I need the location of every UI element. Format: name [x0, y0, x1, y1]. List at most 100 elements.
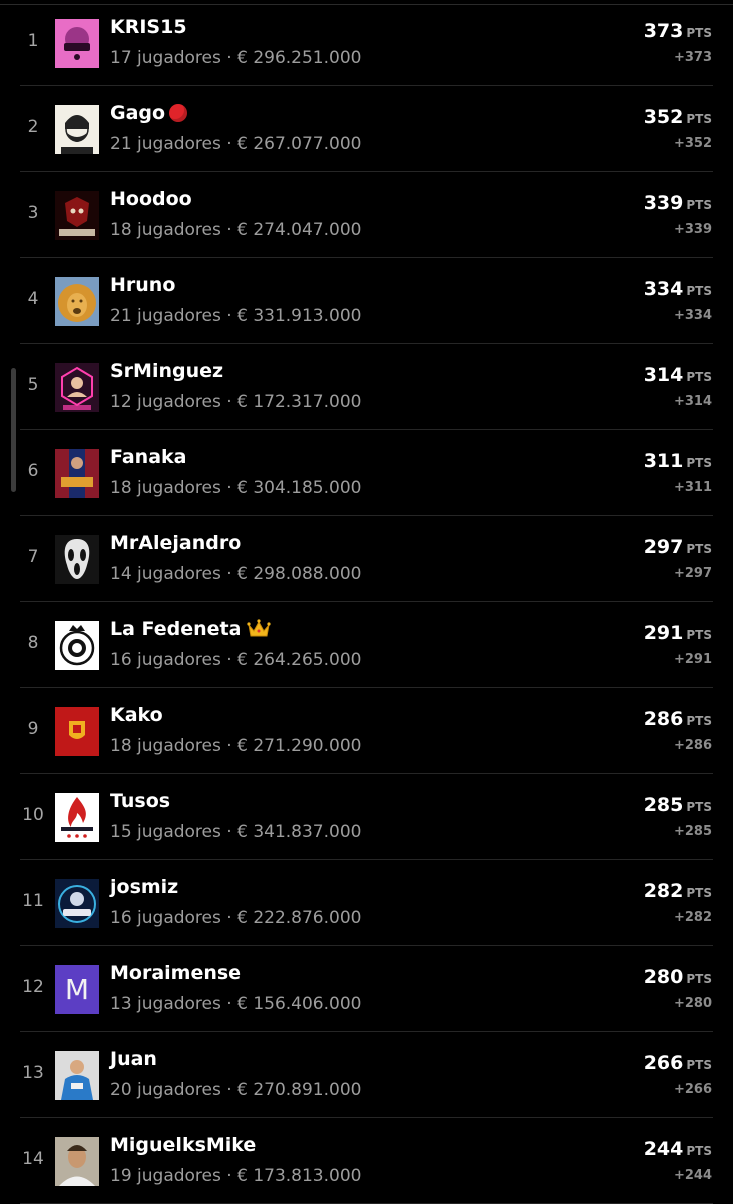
points-total: 291 PTS: [644, 622, 712, 644]
rank-number: 7: [27, 547, 39, 567]
team-meta: 18 jugadores · € 271.290.000: [110, 736, 361, 756]
points-unit: PTS: [686, 26, 712, 40]
team-name[interactable]: KRIS15: [110, 16, 187, 38]
team-value: € 341.837.000: [237, 822, 362, 842]
standings-row[interactable]: 10 Tusos 15 jugadores · € 341.837.000 28…: [0, 774, 733, 860]
team-meta: 16 jugadores · € 222.876.000: [110, 908, 361, 928]
meta-separator: ·: [220, 306, 238, 326]
rank-number: 6: [27, 461, 39, 481]
team-avatar[interactable]: [55, 879, 99, 928]
standings-row[interactable]: 7 MrAlejandro 14 jugadores · € 298.088.0…: [0, 516, 733, 602]
standings-row[interactable]: 6 Fanaka 18 jugadores · € 304.185.000 31…: [0, 430, 733, 516]
team-name[interactable]: SrMinguez: [110, 360, 223, 382]
points-unit: PTS: [686, 1058, 712, 1072]
team-avatar[interactable]: [55, 621, 99, 670]
team-name[interactable]: Fanaka: [110, 446, 187, 468]
rank-number: 2: [27, 117, 39, 137]
points-total: 334 PTS: [644, 278, 712, 300]
player-count: 16 jugadores: [110, 650, 221, 670]
team-avatar[interactable]: [55, 535, 99, 584]
team-value: € 264.265.000: [237, 650, 362, 670]
points-total: 297 PTS: [644, 536, 712, 558]
points-delta: +266: [673, 1082, 712, 1097]
standings-row[interactable]: 4 Hruno 21 jugadores · € 331.913.000 334…: [0, 258, 733, 344]
meta-separator: ·: [220, 650, 238, 670]
team-name[interactable]: josmiz: [110, 876, 178, 898]
meta-separator: ·: [220, 134, 238, 154]
rank-number: 3: [27, 203, 39, 223]
team-name[interactable]: La Fedeneta: [110, 618, 241, 640]
points-total: 311 PTS: [644, 450, 712, 472]
team-value: € 172.317.000: [237, 392, 362, 412]
points-total: 282 PTS: [644, 880, 712, 902]
points-total: 244 PTS: [644, 1138, 712, 1160]
team-avatar[interactable]: [55, 707, 99, 756]
points-total: 314 PTS: [644, 364, 712, 386]
team-avatar[interactable]: [55, 793, 99, 842]
standings-row[interactable]: 8 La Fedeneta 16 jugadores · € 264.265.0…: [0, 602, 733, 688]
team-name[interactable]: MrAlejandro: [110, 532, 241, 554]
team-avatar[interactable]: [55, 363, 99, 412]
points-unit: PTS: [686, 886, 712, 900]
standings-row[interactable]: 14 MiguelksMike 19 jugadores · € 173.813…: [0, 1118, 733, 1204]
meta-separator: ·: [220, 1166, 238, 1186]
points-value: 282: [643, 880, 684, 902]
avatar-letter: M: [64, 973, 90, 1006]
standings-row[interactable]: 11 josmiz 16 jugadores · € 222.876.000 2…: [0, 860, 733, 946]
standings-row[interactable]: 5 SrMinguez 12 jugadores · € 172.317.000…: [0, 344, 733, 430]
team-meta: 17 jugadores · € 296.251.000: [110, 48, 361, 68]
football-player-photo-avatar: [55, 1051, 99, 1100]
team-name[interactable]: Kako: [110, 704, 163, 726]
team-avatar[interactable]: M: [55, 965, 99, 1014]
points-total: 352 PTS: [644, 106, 712, 128]
points-delta: +244: [673, 1168, 712, 1183]
standings-row[interactable]: 13 Juan 20 jugadores · € 270.891.000 266…: [0, 1032, 733, 1118]
player-count: 13 jugadores: [110, 994, 221, 1014]
team-avatar[interactable]: [55, 105, 99, 154]
team-name[interactable]: Tusos: [110, 790, 170, 812]
man-portrait-photo-avatar: [55, 1137, 99, 1186]
team-avatar[interactable]: [55, 1137, 99, 1186]
team-name-line: Hruno: [110, 274, 175, 296]
team-value: € 270.891.000: [237, 1080, 362, 1100]
team-avatar[interactable]: [55, 277, 99, 326]
standings-row[interactable]: 12 M Moraimense 13 jugadores · € 156.406…: [0, 946, 733, 1032]
standings-row[interactable]: 3 Hoodoo 18 jugadores · € 274.047.000 33…: [0, 172, 733, 258]
team-value: € 298.088.000: [237, 564, 362, 584]
team-name[interactable]: Hoodoo: [110, 188, 192, 210]
points-value: 286: [643, 708, 684, 730]
player-count: 15 jugadores: [110, 822, 221, 842]
team-name[interactable]: MiguelksMike: [110, 1134, 256, 1156]
team-value: € 267.077.000: [237, 134, 362, 154]
team-name[interactable]: Hruno: [110, 274, 175, 296]
rank-number: 11: [22, 891, 44, 911]
team-name-line: MiguelksMike: [110, 1134, 256, 1156]
team-name[interactable]: Gago: [110, 102, 165, 124]
points-total: 285 PTS: [644, 794, 712, 816]
team-meta: 12 jugadores · € 172.317.000: [110, 392, 361, 412]
points-delta: +314: [673, 394, 712, 409]
team-avatar[interactable]: [55, 19, 99, 68]
points-delta: +280: [673, 996, 712, 1011]
meta-separator: ·: [220, 478, 238, 498]
team-avatar[interactable]: [55, 191, 99, 240]
team-avatar[interactable]: [55, 1051, 99, 1100]
points-value: 339: [643, 192, 684, 214]
points-delta: +339: [673, 222, 712, 237]
points-value: 266: [643, 1052, 684, 1074]
team-avatar[interactable]: [55, 449, 99, 498]
standings-row[interactable]: 9 Kako 18 jugadores · € 271.290.000 286 P…: [0, 688, 733, 774]
meta-separator: ·: [220, 736, 238, 756]
team-name[interactable]: Juan: [110, 1048, 157, 1070]
team-meta: 18 jugadores · € 304.185.000: [110, 478, 361, 498]
spain-crest-avatar: [55, 707, 99, 756]
points-value: 244: [643, 1138, 684, 1160]
standings-row[interactable]: 2 Gago 21 jugadores · € 267.077.000 352 P…: [0, 86, 733, 172]
team-name[interactable]: Moraimense: [110, 962, 241, 984]
rank-number: 10: [22, 805, 44, 825]
team-name-line: La Fedeneta: [110, 618, 272, 640]
player-count: 17 jugadores: [110, 48, 221, 68]
team-name-line: Tusos: [110, 790, 170, 812]
standings-row[interactable]: 1 KRIS15 17 jugadores · € 296.251.000 37…: [0, 0, 733, 86]
team-meta: 21 jugadores · € 267.077.000: [110, 134, 361, 154]
